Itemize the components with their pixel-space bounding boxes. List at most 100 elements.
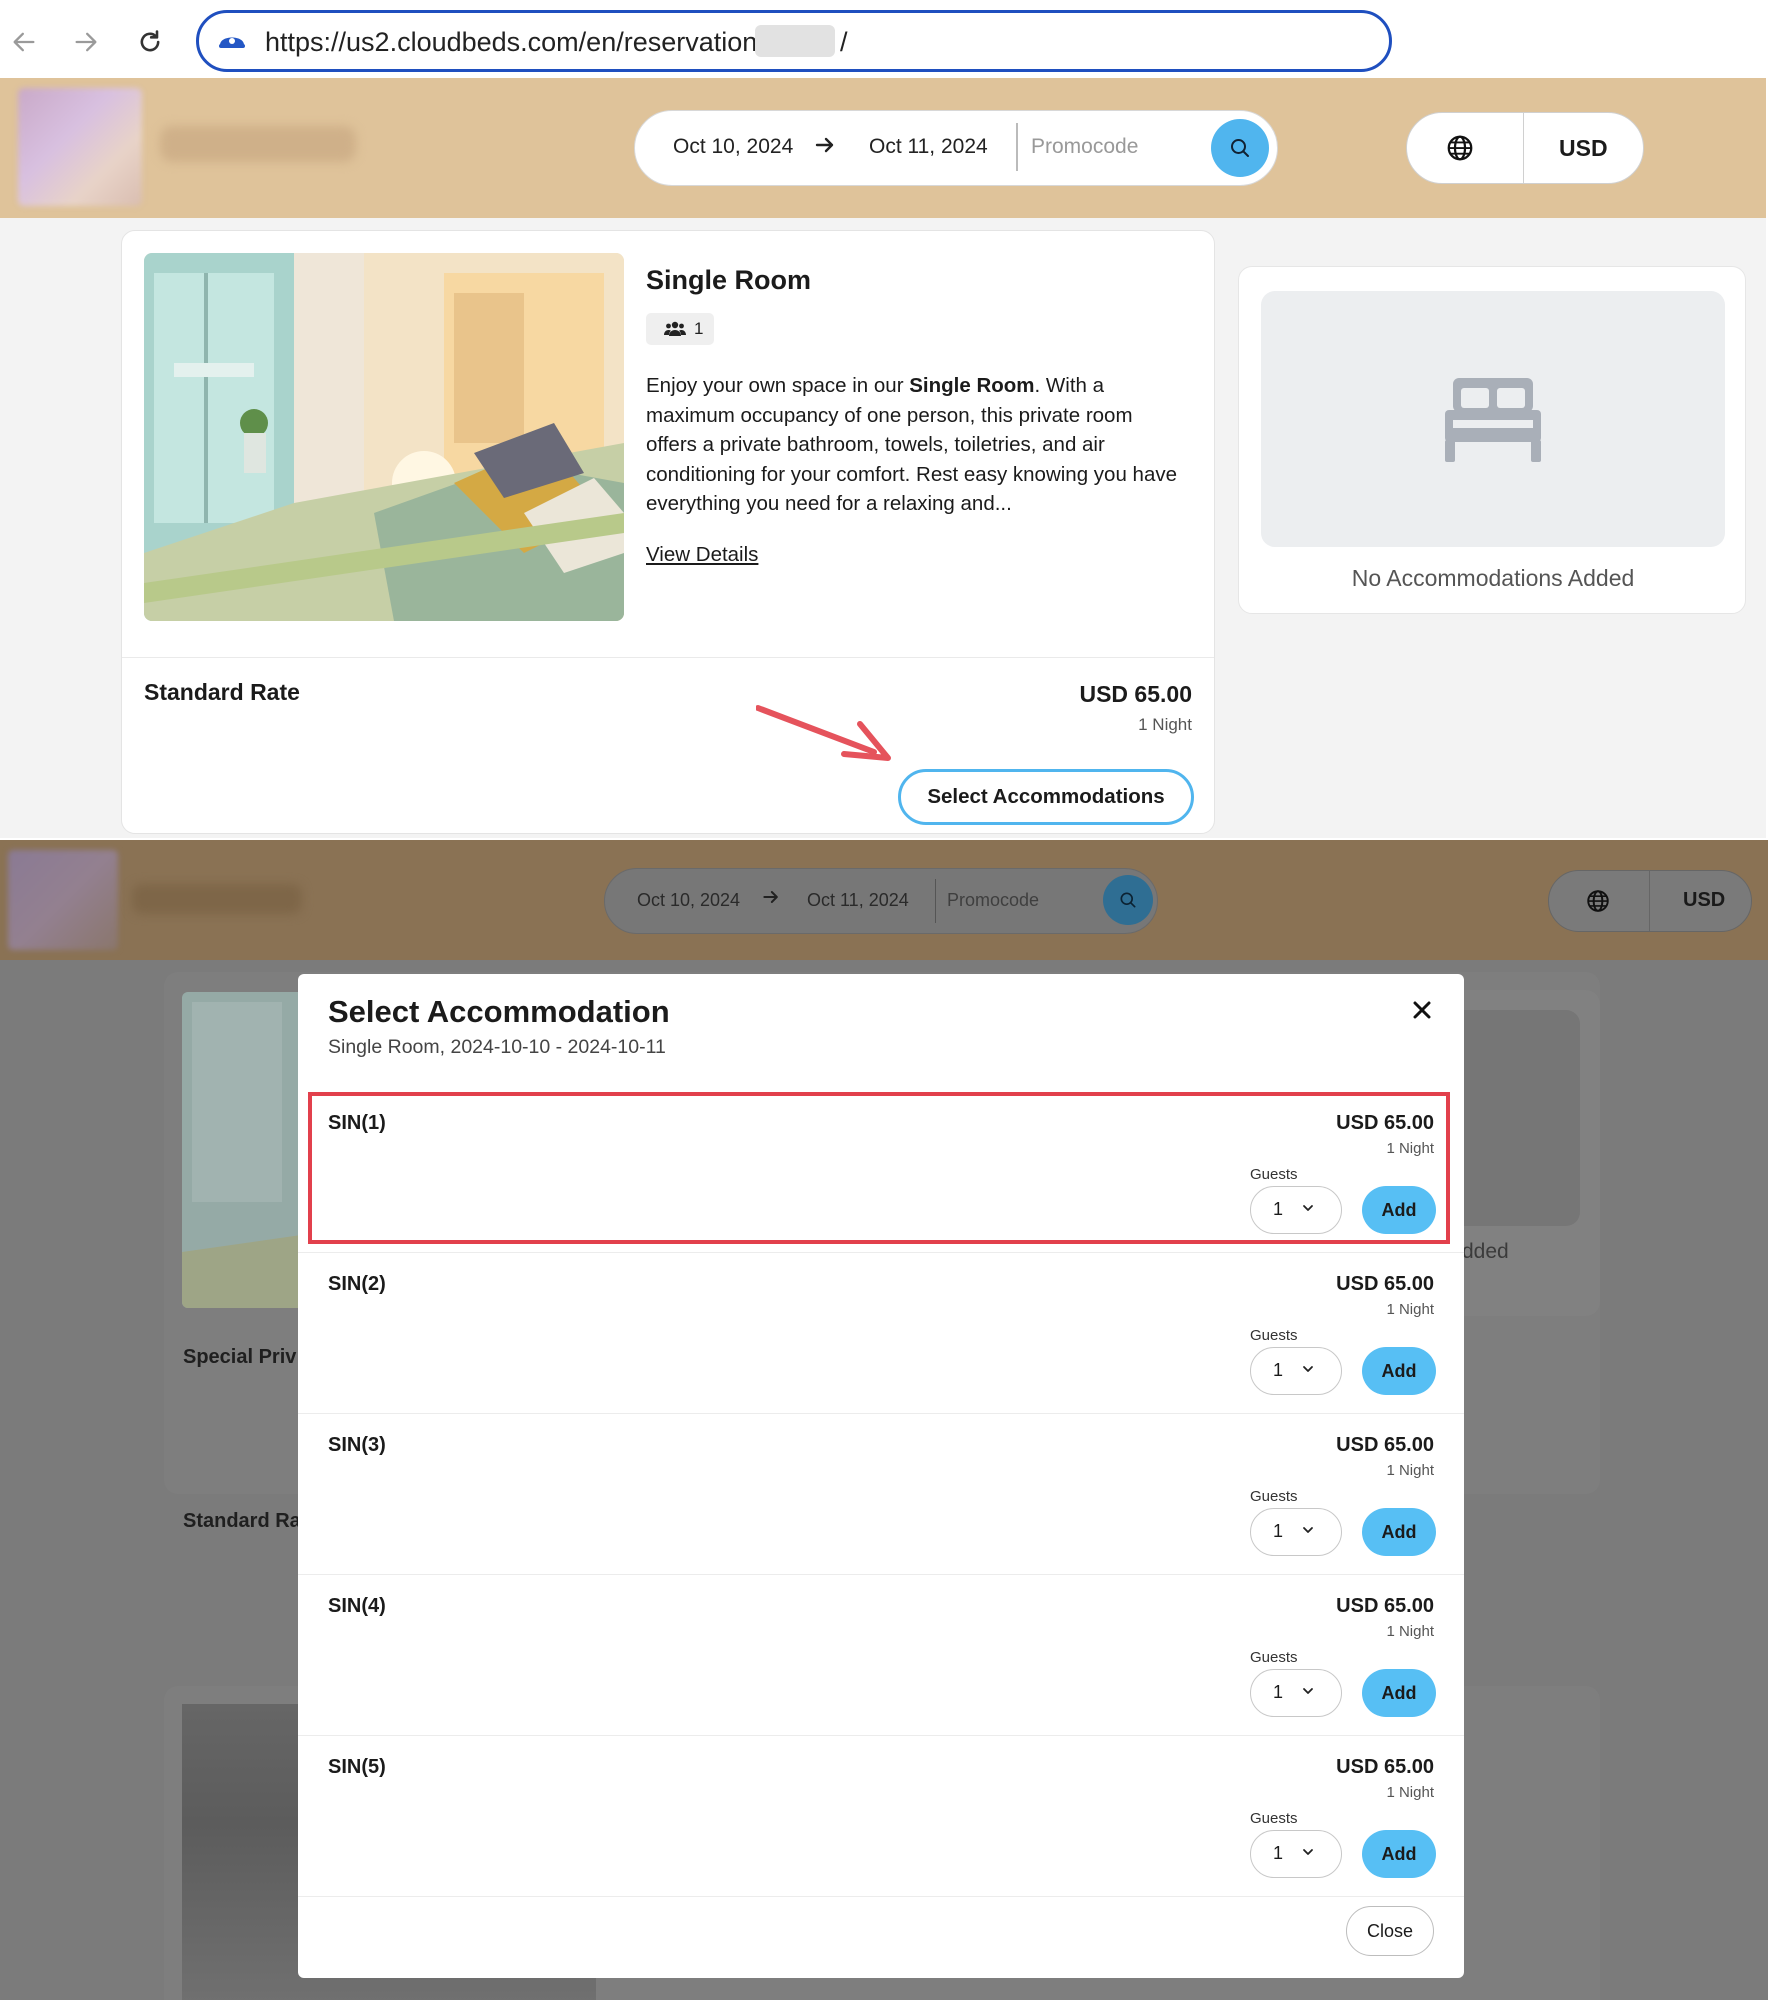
modal-screenshot: Oct 10, 2024 Oct 11, 2024 Promocode USD … [0, 840, 1768, 2000]
check-in-date[interactable]: Oct 10, 2024 [673, 135, 793, 159]
promocode-input: Promocode [947, 890, 1040, 910]
modal-subtitle: Single Room, 2024-10-10 - 2024-10-11 [328, 1036, 666, 1058]
empty-state-text: No Accommodations Added [1351, 565, 1635, 591]
occupancy-count: 1 [694, 319, 704, 338]
accommodation-price: USD 65.00 [1336, 1273, 1434, 1295]
forward-arrow-icon[interactable] [66, 22, 106, 62]
accommodation-nights: 1 Night [1386, 1462, 1434, 1479]
redacted-url-segment [755, 25, 835, 57]
accommodation-row: SIN(2) USD 65.00 1 Night Guests 1 Add [298, 1253, 1464, 1414]
rate-name: Standard Rate [144, 679, 300, 705]
description-intro: Enjoy your own space in our [646, 374, 910, 397]
chevron-down-icon [1301, 1523, 1315, 1542]
promocode-input[interactable]: Promocode [1031, 135, 1138, 159]
accommodation-name: SIN(3) [328, 1434, 386, 1456]
property-logo [8, 850, 118, 950]
room-title: Single Room [646, 265, 812, 295]
add-button[interactable]: Add [1362, 1347, 1436, 1395]
modal-title: Select Accommodation [328, 994, 670, 1029]
url-suffix: / [840, 27, 848, 57]
description-room-name: Single Room [909, 374, 1035, 397]
guests-select[interactable]: 1 [1250, 1347, 1342, 1395]
chevron-down-icon [1301, 1845, 1315, 1864]
rate-price: USD 65.00 [1079, 681, 1192, 707]
guests-select[interactable]: 1 [1250, 1508, 1342, 1556]
occupancy-badge: 1 [646, 313, 714, 345]
select-accommodations-button[interactable]: Select Accommodations [898, 769, 1194, 825]
view-details-link[interactable]: View Details [646, 543, 758, 567]
room-card: Single Room 1 Enjoy your own space in ou… [121, 230, 1215, 834]
search-button[interactable] [1211, 119, 1269, 177]
bed-icon [1445, 378, 1541, 462]
rate-nights: 1 Night [1138, 715, 1192, 734]
date-search-bar-dimmed: Oct 10, 2024 Oct 11, 2024 Promocode [604, 868, 1158, 934]
guests-value: 1 [1273, 1521, 1284, 1541]
check-out-date: Oct 11, 2024 [807, 890, 909, 910]
currency-button[interactable]: USD [1559, 135, 1608, 162]
arrow-right-icon [761, 887, 781, 912]
url-text: https://us2.cloudbeds.com/en/reservation… [265, 27, 765, 57]
back-arrow-icon[interactable] [4, 22, 44, 62]
chevron-down-icon [1301, 1362, 1315, 1381]
highlight-box [308, 1092, 1450, 1244]
property-name-redacted [132, 884, 302, 914]
accommodation-nights: 1 Night [1386, 1623, 1434, 1640]
guests-label: Guests [1250, 1327, 1298, 1344]
divider [1016, 123, 1018, 171]
site-header: Oct 10, 2024 Oct 11, 2024 Promocode USD [0, 78, 1766, 218]
annotation-arrow-icon [755, 702, 896, 773]
arrow-right-icon [813, 133, 837, 162]
accommodation-price: USD 65.00 [1336, 1434, 1434, 1456]
rate-label-dimmed: Special Priv [183, 1346, 297, 1368]
property-logo [18, 88, 142, 206]
divider [122, 657, 1214, 658]
language-currency-selector-dimmed: USD [1548, 870, 1752, 932]
accommodation-row: SIN(3) USD 65.00 1 Night Guests 1 Add [298, 1414, 1464, 1575]
reload-icon[interactable] [130, 22, 170, 62]
guests-select[interactable]: 1 [1250, 1669, 1342, 1717]
divider [1649, 871, 1650, 931]
search-button [1103, 875, 1153, 925]
property-name-redacted [160, 126, 356, 162]
search-icon [1120, 892, 1136, 908]
accommodation-row: SIN(4) USD 65.00 1 Night Guests 1 Add [298, 1575, 1464, 1736]
accommodation-nights: 1 Night [1386, 1301, 1434, 1318]
globe-icon [1585, 888, 1611, 919]
add-button[interactable]: Add [1362, 1830, 1436, 1878]
room-description: Enjoy your own space in our Single Room.… [646, 371, 1186, 519]
accommodation-row: SIN(5) USD 65.00 1 Night Guests 1 Add [298, 1736, 1464, 1897]
date-search-bar: Oct 10, 2024 Oct 11, 2024 Promocode [634, 110, 1278, 186]
currency-button: USD [1683, 889, 1726, 911]
add-button[interactable]: Add [1362, 1669, 1436, 1717]
divider [1523, 113, 1524, 183]
guests-label: Guests [1250, 1649, 1298, 1666]
language-currency-selector: USD [1406, 112, 1644, 184]
guests-label: Guests [1250, 1488, 1298, 1505]
check-out-date[interactable]: Oct 11, 2024 [869, 135, 988, 159]
guests-value: 1 [1273, 1682, 1284, 1702]
accommodation-nights: 1 Night [1386, 1784, 1434, 1801]
guests-select[interactable]: 1 [1250, 1830, 1342, 1878]
accommodation-name: SIN(5) [328, 1756, 386, 1778]
close-button[interactable]: Close [1346, 1906, 1434, 1956]
check-in-date: Oct 10, 2024 [637, 890, 741, 910]
screenshot-root: https://us2.cloudbeds.com/en/reservation… [0, 0, 1768, 2000]
add-button[interactable]: Add [1362, 1508, 1436, 1556]
chevron-down-icon [1301, 1684, 1315, 1703]
accommodation-name: SIN(4) [328, 1595, 386, 1617]
site-header-dimmed: Oct 10, 2024 Oct 11, 2024 Promocode USD [0, 840, 1768, 960]
accommodation-price: USD 65.00 [1336, 1595, 1434, 1617]
divider [935, 879, 936, 923]
globe-icon[interactable] [1445, 133, 1475, 168]
booking-summary-card: No Accommodations Added [1238, 266, 1746, 614]
guests-label: Guests [1250, 1810, 1298, 1827]
address-bar[interactable]: https://us2.cloudbeds.com/en/reservation… [196, 10, 1392, 72]
search-icon [1231, 139, 1249, 157]
empty-state-text-dimmed: dded [1462, 1240, 1509, 1263]
users-icon [664, 321, 686, 342]
close-icon[interactable] [1406, 994, 1438, 1026]
select-accommodation-modal: Select Accommodation Single Room, 2024-1… [298, 974, 1464, 1978]
room-photo[interactable] [144, 253, 624, 621]
accommodation-price: USD 65.00 [1336, 1756, 1434, 1778]
empty-state-image [1261, 291, 1725, 547]
